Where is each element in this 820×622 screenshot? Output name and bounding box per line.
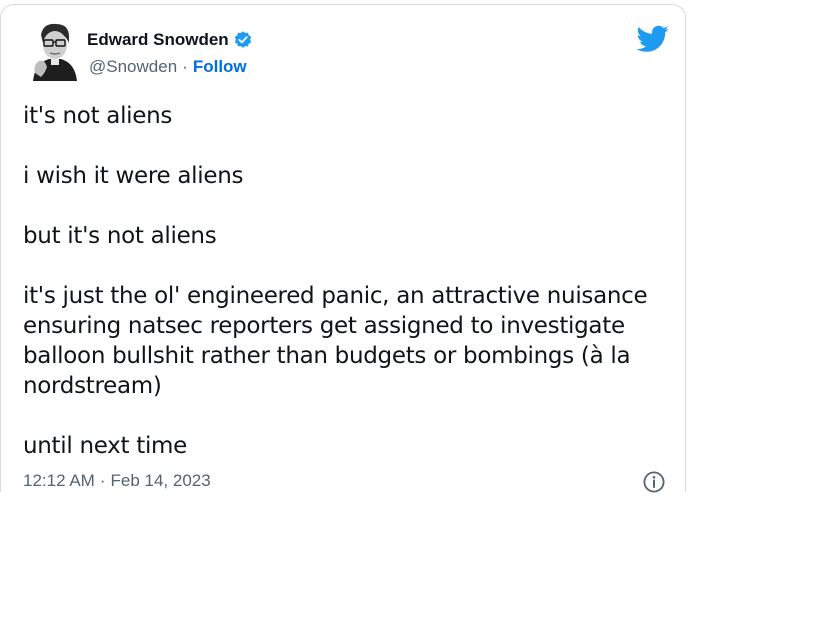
tweet-paragraph: until next time <box>23 431 663 461</box>
tweet-line: until next time <box>23 433 187 459</box>
tweet-line: i wish it were aliens <box>23 163 244 189</box>
verified-badge-icon <box>233 30 253 50</box>
info-icon[interactable] <box>642 470 666 494</box>
tweet-paragraph: but it's not aliens <box>23 221 663 251</box>
tweet-line: nordstream) <box>23 373 162 399</box>
tweet-paragraph: i wish it were aliens <box>23 161 663 191</box>
author-name-row: Edward Snowden <box>87 29 253 51</box>
tweet-line: but it's not aliens <box>23 223 217 249</box>
timestamp-separator: · <box>99 471 106 490</box>
handle-separator: · <box>182 57 188 76</box>
author-handle[interactable]: @Snowden <box>89 57 177 77</box>
tweet-embed-card: Edward Snowden @Snowden · Follow it's no… <box>0 4 686 494</box>
twitter-bird-icon[interactable] <box>636 25 669 53</box>
tweet-date[interactable]: Feb 14, 2023 <box>111 471 211 491</box>
avatar[interactable] <box>29 21 79 81</box>
author-handle-row: @Snowden · Follow <box>89 57 247 77</box>
tweet-timestamp[interactable]: 12:12 AM · Feb 14, 2023 <box>23 471 211 491</box>
tweet-line: it's not aliens <box>23 103 173 129</box>
tweet-text: it's not aliens i wish it were aliens bu… <box>23 101 663 461</box>
author-display-name[interactable]: Edward Snowden <box>87 30 229 50</box>
tweet-line: it's just the ol' engineered panic, an a… <box>23 283 648 309</box>
tweet-line: ensuring natsec reporters get assigned t… <box>23 313 625 339</box>
tweet-paragraph: it's not aliens <box>23 101 663 131</box>
tweet-time[interactable]: 12:12 AM <box>23 471 95 491</box>
tweet-paragraph: it's just the ol' engineered panic, an a… <box>23 281 663 401</box>
follow-button[interactable]: Follow <box>193 57 247 77</box>
tweet-line: balloon bullshit rather than budgets or … <box>23 343 631 369</box>
